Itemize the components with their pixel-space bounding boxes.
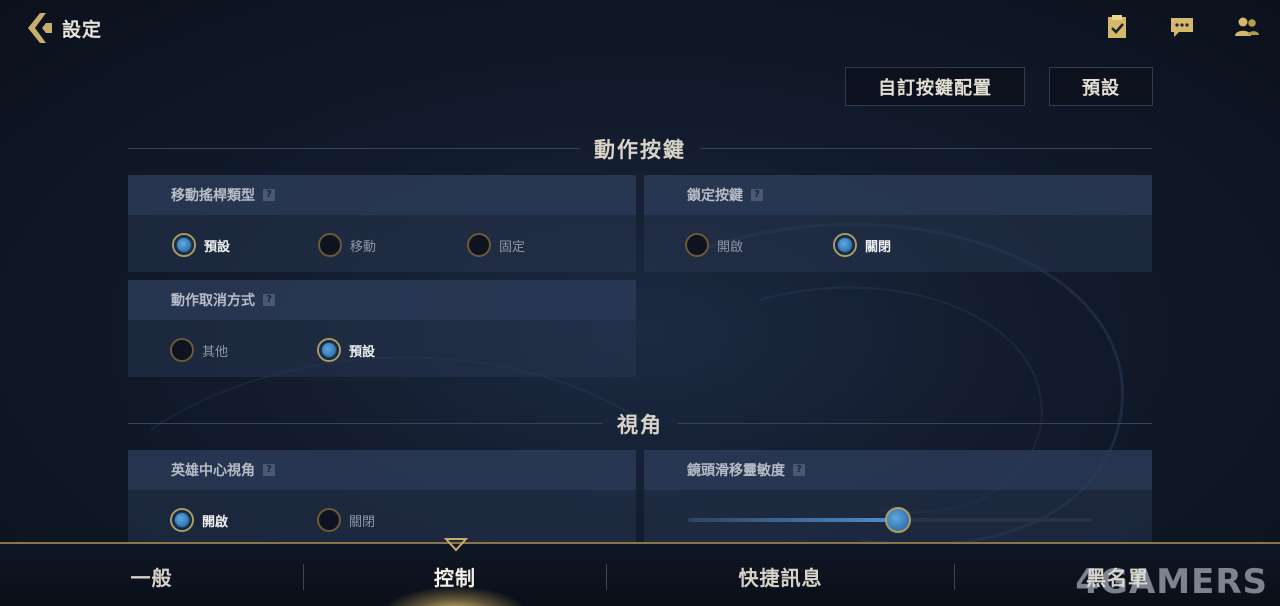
radio-icon [318,233,342,257]
panel-header: 移動搖桿類型 ? [128,175,636,215]
lock-option-on[interactable]: 開啟 [685,233,743,257]
cancel-option-default[interactable]: 預設 [317,338,375,362]
lock-button-label: 鎖定按鍵 [687,188,743,204]
active-tab-glow [380,586,530,606]
option-label: 預設 [349,344,376,360]
action-cancel-label: 動作取消方式 [171,293,255,309]
clipboard-check-icon[interactable] [1104,14,1130,40]
option-label: 其他 [202,344,229,360]
option-label: 關閉 [349,514,376,530]
radio-selected-icon [170,508,194,532]
tab-quick-messages[interactable]: 快捷訊息 [607,544,954,606]
sensitivity-slider-fill [688,518,898,522]
hero-center-option-off[interactable]: 關閉 [317,508,375,532]
section-divider [677,423,1152,424]
help-icon[interactable]: ? [263,294,275,306]
help-icon[interactable]: ? [263,189,275,201]
option-label: 開啟 [717,239,744,255]
lock-button-panel: 鎖定按鍵 ? 開啟 關閉 [644,175,1152,272]
section-divider [128,423,603,424]
cancel-option-other[interactable]: 其他 [170,338,228,362]
radio-icon [467,233,491,257]
joystick-option-fixed[interactable]: 固定 [467,233,525,257]
section-divider [700,148,1152,149]
action-cancel-panel: 動作取消方式 ? 其他 預設 [128,280,636,377]
option-label: 移動 [350,239,377,255]
hero-center-option-on[interactable]: 開啟 [170,508,228,532]
custom-layout-button[interactable]: 自訂按鍵配置 [845,67,1025,106]
option-label: 固定 [499,239,526,255]
joystick-type-label: 移動搖桿類型 [171,188,255,204]
radio-icon [685,233,709,257]
sensitivity-slider-knob[interactable] [885,507,911,533]
radio-icon [317,508,341,532]
default-button[interactable]: 預設 [1049,67,1153,106]
section-divider [128,148,580,149]
joystick-option-move[interactable]: 移動 [318,233,376,257]
joystick-option-default[interactable]: 預設 [172,233,230,257]
section-title-camera: 視角 [617,413,663,437]
radio-icon [170,338,194,362]
tab-general[interactable]: 一般 [0,544,303,606]
panel-header: 英雄中心視角 ? [128,450,636,490]
help-icon[interactable]: ? [751,189,763,201]
camera-sensitivity-label: 鏡頭滑移靈敏度 [687,463,785,479]
page-title: 設定 [62,18,103,41]
panel-header: 鎖定按鍵 ? [644,175,1152,215]
help-icon[interactable]: ? [263,464,275,476]
back-chevron-icon [28,13,52,43]
panel-header: 鏡頭滑移靈敏度 ? [644,450,1152,490]
help-icon[interactable]: ? [793,464,805,476]
hero-center-view-label: 英雄中心視角 [171,463,255,479]
radio-selected-icon [317,338,341,362]
option-label: 關閉 [865,239,892,255]
friends-icon[interactable] [1234,14,1260,40]
radio-selected-icon [172,233,196,257]
chat-icon[interactable] [1169,14,1195,40]
joystick-type-panel: 移動搖桿類型 ? 預設 移動 固定 [128,175,636,272]
camera-sensitivity-panel: 鏡頭滑移靈敏度 ? [644,450,1152,542]
watermark-logo: 4GAMERS [1075,562,1268,602]
option-label: 預設 [204,239,231,255]
hero-center-view-panel: 英雄中心視角 ? 開啟 關閉 [128,450,636,542]
active-tab-indicator-icon [444,538,468,552]
option-label: 開啟 [202,514,229,530]
back-button[interactable]: 設定 [24,10,102,46]
section-title-action-buttons: 動作按鍵 [594,138,686,162]
panel-header: 動作取消方式 ? [128,280,636,320]
lock-option-off[interactable]: 關閉 [833,233,891,257]
radio-selected-icon [833,233,857,257]
